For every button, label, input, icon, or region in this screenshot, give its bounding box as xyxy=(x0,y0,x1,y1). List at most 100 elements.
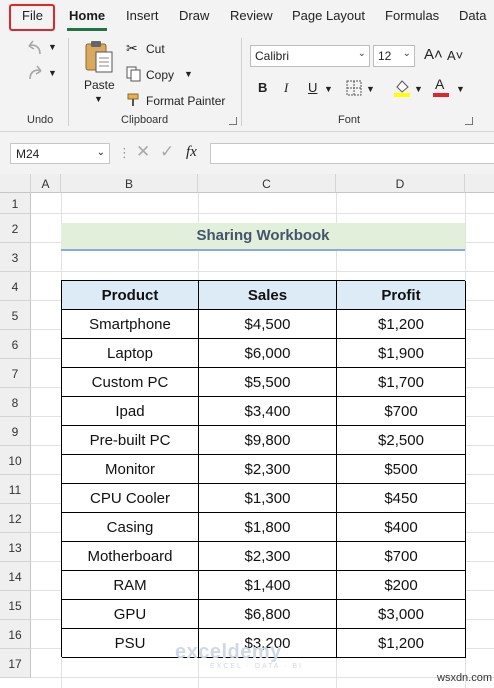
sales-cell[interactable]: $9,800 xyxy=(199,426,337,455)
row-header[interactable]: 17 xyxy=(0,649,31,678)
undo-dropdown-icon[interactable]: ▼ xyxy=(48,42,57,52)
row-header[interactable]: 9 xyxy=(0,417,31,446)
underline-button[interactable]: U xyxy=(308,80,317,95)
row-header[interactable]: 11 xyxy=(0,475,31,504)
product-cell[interactable]: Pre-built PC xyxy=(62,426,199,455)
borders-button[interactable] xyxy=(346,80,362,99)
row-header[interactable]: 14 xyxy=(0,562,31,591)
table-header-product[interactable]: Product xyxy=(62,281,199,310)
profit-cell[interactable]: $1,200 xyxy=(337,310,466,339)
font-size-dropdown[interactable]: 12 ⌄ xyxy=(373,45,415,67)
column-header-b[interactable]: B xyxy=(61,174,198,193)
fill-color-dropdown-icon[interactable]: ▼ xyxy=(414,84,423,94)
select-all-corner[interactable] xyxy=(0,174,31,193)
font-color-dropdown-icon[interactable]: ▼ xyxy=(456,84,465,94)
row-header[interactable]: 5 xyxy=(0,301,31,330)
enter-icon[interactable]: ✓ xyxy=(160,142,174,162)
column-header-d[interactable]: D xyxy=(336,174,465,193)
column-header-c[interactable]: C xyxy=(198,174,336,193)
column-header-a[interactable]: A xyxy=(31,174,61,193)
tab-formulas[interactable]: Formulas xyxy=(385,8,439,23)
row-header[interactable]: 8 xyxy=(0,388,31,417)
format-painter-button[interactable]: Format Painter xyxy=(126,92,226,110)
sales-cell[interactable]: $2,300 xyxy=(199,542,337,571)
profit-cell[interactable]: $200 xyxy=(337,571,466,600)
row-header[interactable]: 16 xyxy=(0,620,31,649)
sales-cell[interactable]: $2,300 xyxy=(199,455,337,484)
tab-insert[interactable]: Insert xyxy=(126,8,159,23)
row-header[interactable]: 1 xyxy=(0,193,31,214)
profit-cell[interactable]: $450 xyxy=(337,484,466,513)
tab-page-layout[interactable]: Page Layout xyxy=(292,8,365,23)
profit-cell[interactable]: $1,200 xyxy=(337,629,466,658)
redo-dropdown-icon[interactable]: ▼ xyxy=(48,68,57,78)
sales-cell[interactable]: $6,000 xyxy=(199,339,337,368)
sales-cell[interactable]: $4,500 xyxy=(199,310,337,339)
row-header[interactable]: 4 xyxy=(0,272,31,301)
product-cell[interactable]: Ipad xyxy=(62,397,199,426)
product-cell[interactable]: Casing xyxy=(62,513,199,542)
product-cell[interactable]: Custom PC xyxy=(62,368,199,397)
sheet-title[interactable]: Sharing Workbook xyxy=(61,223,465,251)
profit-cell[interactable]: $700 xyxy=(337,397,466,426)
cancel-icon[interactable]: ✕ xyxy=(136,142,150,162)
underline-dropdown-icon[interactable]: ▼ xyxy=(324,84,333,94)
table-header-sales[interactable]: Sales xyxy=(199,281,337,310)
font-name-dropdown[interactable]: Calibri ⌄ xyxy=(250,45,370,67)
row-header[interactable]: 15 xyxy=(0,591,31,620)
undo-button[interactable] xyxy=(24,38,46,61)
paste-dropdown-icon[interactable]: ▼ xyxy=(94,94,103,104)
sales-cell[interactable]: $1,800 xyxy=(199,513,337,542)
row-header[interactable]: 12 xyxy=(0,504,31,533)
profit-cell[interactable]: $2,500 xyxy=(337,426,466,455)
row-header[interactable]: 10 xyxy=(0,446,31,475)
table-header-profit[interactable]: Profit xyxy=(337,281,466,310)
paste-button[interactable]: Paste ▼ xyxy=(80,40,118,106)
column-header-e[interactable] xyxy=(465,174,494,193)
tab-review[interactable]: Review xyxy=(230,8,273,23)
row-header[interactable]: 7 xyxy=(0,359,31,388)
copy-dropdown-icon[interactable]: ▼ xyxy=(184,69,193,79)
decrease-font-size-button[interactable]: A˅ xyxy=(447,48,463,63)
increase-font-size-button[interactable]: A˄ xyxy=(424,46,443,63)
profit-cell[interactable]: $400 xyxy=(337,513,466,542)
profit-cell[interactable]: $3,000 xyxy=(337,600,466,629)
row-header[interactable]: 6 xyxy=(0,330,31,359)
tab-draw[interactable]: Draw xyxy=(179,8,209,23)
row-header[interactable]: 2 xyxy=(0,214,31,243)
sales-cell[interactable]: $1,400 xyxy=(199,571,337,600)
tab-home[interactable]: Home xyxy=(66,8,108,31)
sales-cell[interactable]: $1,300 xyxy=(199,484,337,513)
font-launcher-icon[interactable] xyxy=(465,117,473,125)
sales-cell[interactable]: $5,500 xyxy=(199,368,337,397)
profit-cell[interactable]: $500 xyxy=(337,455,466,484)
product-cell[interactable]: Motherboard xyxy=(62,542,199,571)
cut-button[interactable]: ✂ Cut xyxy=(126,40,186,58)
product-cell[interactable]: RAM xyxy=(62,571,199,600)
borders-dropdown-icon[interactable]: ▼ xyxy=(366,84,375,94)
product-cell[interactable]: Laptop xyxy=(62,339,199,368)
formula-input[interactable] xyxy=(210,143,494,164)
sales-cell[interactable]: $3,400 xyxy=(199,397,337,426)
profit-cell[interactable]: $1,900 xyxy=(337,339,466,368)
profit-cell[interactable]: $700 xyxy=(337,542,466,571)
product-cell[interactable]: Smartphone xyxy=(62,310,199,339)
italic-button[interactable]: I xyxy=(284,80,288,96)
product-cell[interactable]: Monitor xyxy=(62,455,199,484)
bold-button[interactable]: B xyxy=(258,80,267,95)
row-header[interactable]: 3 xyxy=(0,243,31,272)
redo-button[interactable] xyxy=(24,63,46,86)
tab-file[interactable]: File xyxy=(22,8,43,23)
insert-function-button[interactable]: fx xyxy=(186,144,197,161)
name-box[interactable]: M24 ⌄ xyxy=(10,143,110,164)
fill-color-button[interactable] xyxy=(393,78,411,101)
font-group-label: Font xyxy=(338,114,361,126)
copy-button[interactable]: Copy ▼ xyxy=(126,66,196,84)
profit-cell[interactable]: $1,700 xyxy=(337,368,466,397)
tab-data[interactable]: Data xyxy=(459,8,486,23)
clipboard-launcher-icon[interactable] xyxy=(229,117,237,125)
product-cell[interactable]: CPU Cooler xyxy=(62,484,199,513)
row-header[interactable]: 13 xyxy=(0,533,31,562)
product-cell[interactable]: GPU xyxy=(62,600,199,629)
sales-cell[interactable]: $6,800 xyxy=(199,600,337,629)
